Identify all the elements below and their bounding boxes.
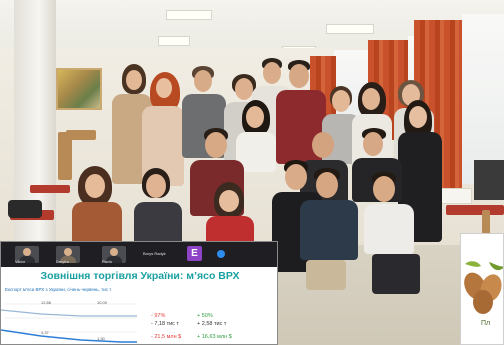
product-card[interactable]: Пл xyxy=(460,233,504,345)
painting xyxy=(56,68,102,110)
almond-nuts-icon xyxy=(464,261,503,314)
participant-name: Borys Radyk xyxy=(143,251,166,256)
participant-name: Dmytro xyxy=(56,259,69,264)
slide-title: Зовнішня торгівля України: м’ясо ВРХ xyxy=(40,270,240,282)
participant-avatar[interactable]: E xyxy=(187,246,202,261)
import-change-percent: + 50% xyxy=(197,313,213,319)
bag xyxy=(8,200,42,218)
chart-data-label: 12,86 xyxy=(41,300,52,305)
chart-data-label: 10,00 xyxy=(97,300,108,305)
participants-bar: Viktor Dmytro Pavlo Borys Radyk E xyxy=(1,242,277,267)
ceiling-light xyxy=(158,36,190,46)
jacket-on-chair xyxy=(474,160,504,200)
status-dot-icon xyxy=(217,250,225,258)
export-change-volume: - 7,18 тис т xyxy=(151,321,179,327)
participant-name: Viktor xyxy=(15,259,26,264)
card-label: Пл xyxy=(481,320,491,327)
ceiling-light xyxy=(166,10,212,20)
export-change-value: - 21,5 млн $ xyxy=(151,334,182,340)
export-change-percent: - 97% xyxy=(151,313,166,319)
chart-data-label: 1,30 xyxy=(97,336,106,341)
chair-seat xyxy=(446,205,504,215)
slide-line-chart: 12,86 10,00 4,37 1,30 xyxy=(1,300,137,343)
table xyxy=(66,130,96,140)
chart-series-line xyxy=(1,309,137,317)
video-call-window: Viktor Dmytro Pavlo Borys Radyk E Зовніш… xyxy=(0,241,278,345)
participant-name: Pavlo xyxy=(102,259,113,264)
chair-seat xyxy=(30,185,70,193)
import-change-volume: + 2,58 тис т xyxy=(197,321,227,327)
window xyxy=(462,14,504,184)
ceiling-light xyxy=(326,24,374,34)
import-change-value: + 16,63 млн $ xyxy=(197,334,232,340)
chart-data-label: 4,37 xyxy=(41,330,50,335)
